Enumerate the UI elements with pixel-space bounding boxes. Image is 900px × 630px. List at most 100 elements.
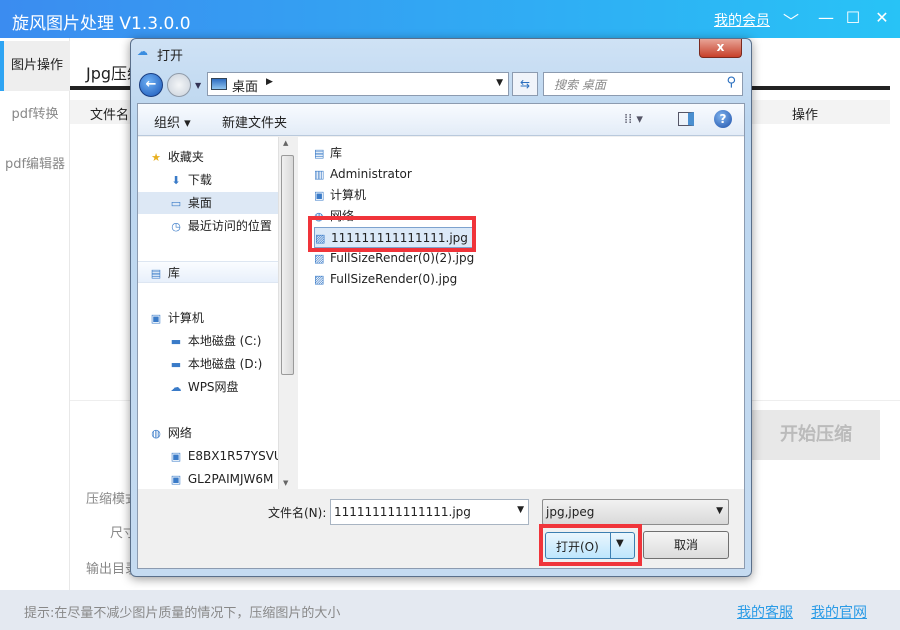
search-icon[interactable]: ⚲ [726, 75, 736, 90]
tree-item-label: 收藏夹 [167, 150, 204, 164]
file-item[interactable]: ▨ FullSizeRender(0).jpg [314, 269, 457, 290]
refresh-button[interactable]: ⇆ [512, 72, 538, 96]
tree-item[interactable]: ▤ 库 [138, 261, 278, 283]
search-placeholder: 搜索 桌面 [554, 78, 606, 92]
tree-item[interactable]: ▭ 桌面 [138, 192, 278, 214]
chevron-down-icon[interactable]: ﹀ [780, 8, 802, 32]
filename-dropdown-icon[interactable]: ▼ [517, 505, 524, 515]
support-link[interactable]: 我的客服 [737, 602, 793, 622]
computer-icon: ▣ [150, 312, 162, 325]
column-filename: 文件名 [90, 108, 130, 123]
library-icon: ▤ [150, 267, 162, 280]
dialog-title: 打开 [157, 49, 184, 64]
tree-item-label: 库 [167, 266, 180, 280]
tip-text: 提示:在尽量不减少图片质量的情况下，压缩图片的大小 [24, 606, 341, 621]
highlight-box-open [539, 524, 642, 566]
tree-item-label: WPS网盘 [187, 380, 239, 394]
tree-item[interactable]: ▬ 本地磁盘 (C:) [138, 330, 278, 352]
cloud-icon: ☁ [137, 45, 148, 58]
network-icon: ◍ [151, 427, 161, 440]
computer-icon: ▣ [314, 189, 325, 202]
computer-icon: ▣ [170, 450, 182, 463]
tree-item[interactable]: ★ 收藏夹 [138, 146, 278, 168]
tree-item-label: GL2PAIMJW6M [187, 472, 274, 486]
highlight-box-file [308, 216, 476, 252]
tree-item-label: 最近访问的位置 [187, 219, 272, 233]
filename-label: 文件名(N): [268, 506, 327, 520]
filename-value: 111111111111111.jpg [334, 505, 471, 519]
recent-icon: ◷ [171, 220, 181, 233]
tree-item[interactable]: ⬇ 下载 [138, 169, 278, 191]
navigation-pane: ★ 收藏夹 ⬇ 下载 ▭ 桌面 ◷ 最近访问的位置 ▤ 库 ▣ 计算机 ▬ 本地磁盘 (C:… [138, 137, 295, 489]
tree-item[interactable]: ▣ GL2PAIMJW6M [138, 468, 278, 490]
tree-item-label: 下载 [187, 173, 212, 187]
tree-item[interactable]: ◷ 最近访问的位置 [138, 215, 278, 237]
filename-input[interactable]: 111111111111111.jpg ▼ [330, 499, 529, 525]
tree-item[interactable]: ▣ 计算机 [138, 307, 278, 329]
back-button[interactable]: ← [139, 73, 163, 97]
drive-icon: ▬ [170, 335, 182, 348]
filetype-value: jpg,jpeg [546, 505, 595, 519]
image-icon: ▨ [314, 273, 325, 286]
history-dropdown-icon[interactable]: ▼ [195, 81, 201, 90]
filetype-select[interactable]: jpg,jpeg ▼ [542, 499, 729, 525]
website-link[interactable]: 我的官网 [811, 602, 867, 622]
tree-item-label: 桌面 [187, 196, 212, 210]
sidebar-item-pdf-convert[interactable]: pdf转换 [0, 90, 70, 140]
file-name: 计算机 [330, 188, 367, 202]
cloud-icon: ☁ [170, 381, 182, 394]
tree-item-label: E8BX1R57YSVU [187, 449, 278, 463]
title-bar: 旋风图片处理 V1.3.0.0 我的会员 ﹀ — ☐ ✕ [0, 0, 900, 38]
dialog-close-button[interactable]: x [699, 39, 742, 58]
tree-item[interactable]: ☁ WPS网盘 [138, 376, 278, 398]
address-bar[interactable]: 桌面 ▶ ▼ [207, 72, 509, 96]
dialog-body: 组织 ▾ 新建文件夹 ⁞⁞ ▾ ? ★ 收藏夹 ⬇ 下载 ▭ 桌面 ◷ 最近访问的位置… [137, 103, 745, 569]
user-folder-icon: ▥ [314, 168, 325, 181]
member-link[interactable]: 我的会员 [714, 10, 770, 30]
tree-item-label: 本地磁盘 (C:) [187, 334, 262, 348]
file-name: FullSizeRender(0).jpg [330, 272, 458, 286]
computer-icon: ▣ [170, 473, 182, 486]
file-name: Administrator [330, 167, 412, 181]
tree-item[interactable]: ▬ 本地磁盘 (D:) [138, 353, 278, 375]
drive-icon: ▬ [170, 358, 182, 371]
open-file-dialog: ☁ 打开 x ← ▼ 桌面 ▶ ▼ ⇆ 搜索 桌面 ⚲ 组织 ▾ 新建文件夹 ⁞… [130, 38, 752, 577]
library-icon: ▤ [314, 147, 325, 160]
cancel-button[interactable]: 取消 [643, 531, 729, 559]
tree-item-label: 网络 [167, 426, 192, 440]
tree-item-label: 计算机 [167, 311, 204, 325]
view-options-icon[interactable]: ⁞⁞ ▾ [624, 112, 643, 127]
tree-item[interactable]: ▣ E8BX1R57YSVU [138, 445, 278, 467]
navigation-scrollbar[interactable]: ▲ ▼ [278, 137, 295, 489]
sidebar-item-image-ops[interactable]: 图片操作 [0, 41, 70, 91]
breadcrumb-arrow-icon[interactable]: ▶ [266, 77, 273, 87]
file-item[interactable]: ▤ 库 [314, 143, 342, 164]
scrollbar-thumb[interactable] [281, 155, 294, 375]
forward-button[interactable] [167, 73, 191, 97]
organize-button[interactable]: 组织 ▾ [154, 112, 191, 131]
tree-item[interactable]: ◍ 网络 [138, 422, 278, 444]
preview-pane-icon[interactable] [678, 112, 694, 126]
close-button[interactable]: ✕ [871, 8, 893, 27]
download-folder-icon: ⬇ [171, 174, 181, 187]
file-item[interactable]: ▣ 计算机 [314, 185, 366, 206]
new-folder-button[interactable]: 新建文件夹 [222, 112, 287, 131]
search-input[interactable]: 搜索 桌面 ⚲ [543, 72, 743, 96]
dialog-toolbar: 组织 ▾ 新建文件夹 ⁞⁞ ▾ ? [138, 104, 744, 136]
sidebar: 图片操作 pdf转换 pdf编辑器 [0, 38, 70, 590]
start-compress-button[interactable]: 开始压缩 [752, 410, 880, 460]
sidebar-item-pdf-editor[interactable]: pdf编辑器 [0, 140, 70, 190]
file-name: 库 [330, 146, 343, 160]
help-icon[interactable]: ? [714, 110, 732, 128]
tree-item-label: 本地磁盘 (D:) [187, 357, 263, 371]
maximize-button[interactable]: ☐ [842, 8, 864, 27]
address-text: 桌面 [232, 80, 259, 95]
address-dropdown-icon[interactable]: ▼ [496, 78, 503, 88]
chevron-down-icon: ▼ [716, 506, 723, 516]
file-name: FullSizeRender(0)(2).jpg [330, 251, 475, 265]
star-icon: ★ [151, 151, 161, 164]
file-list: ▤ 库 ▥ Administrator ▣ 计算机 ◍ 网络 ▨ 111111111111111.… [298, 137, 744, 489]
desktop-icon: ▭ [170, 197, 182, 210]
file-item[interactable]: ▥ Administrator [314, 164, 412, 185]
minimize-button[interactable]: — [815, 8, 837, 27]
